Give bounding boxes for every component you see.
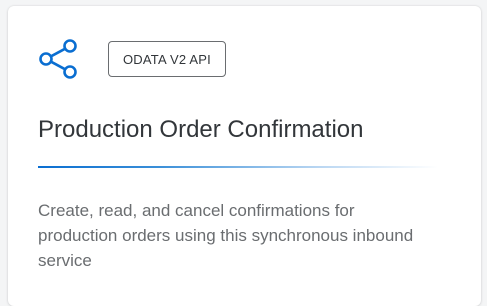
card-description: Create, read, and cancel confirmations f… xyxy=(38,201,414,270)
card-title[interactable]: Production Order Confirmation xyxy=(38,116,363,144)
api-type-label: ODATA V2 API xyxy=(123,51,211,67)
title-divider xyxy=(38,166,438,168)
api-type-badge: ODATA V2 API xyxy=(108,41,226,77)
api-card[interactable]: ODATA V2 API Production Order Confirmati… xyxy=(8,6,481,306)
card-header: ODATA V2 API xyxy=(38,38,226,80)
share-icon xyxy=(38,38,80,80)
